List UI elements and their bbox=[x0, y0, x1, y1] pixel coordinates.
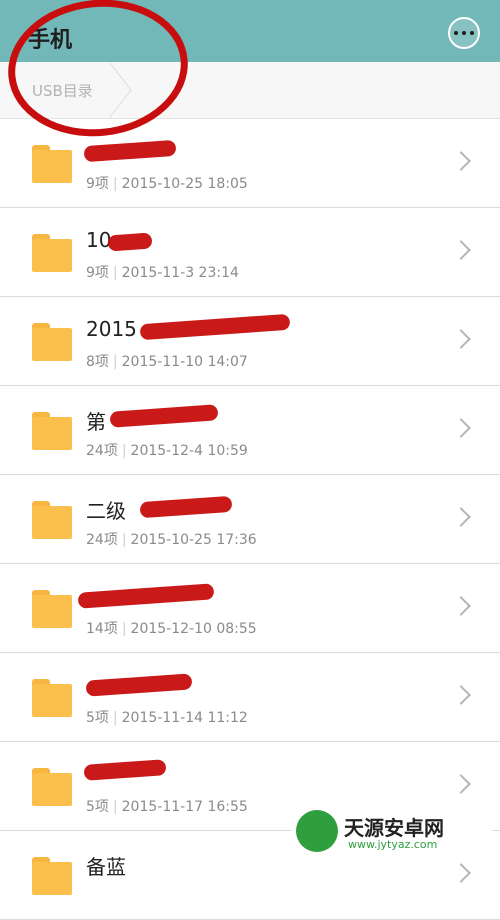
folder-list: 9项 | 2015-10-25 18:05 10 9项 | 2015-11-3 23:1… bbox=[0, 119, 500, 920]
breadcrumb: USB目录 bbox=[0, 62, 500, 119]
folder-row[interactable]: 2015 8项 | 2015-11-10 14:07 bbox=[0, 297, 500, 386]
folder-icon bbox=[32, 323, 72, 361]
redaction-scribble bbox=[83, 139, 177, 163]
folder-meta: 14项 | 2015-12-10 08:55 bbox=[86, 618, 257, 638]
meta-separator: | bbox=[112, 176, 118, 192]
folder-count: 9项 bbox=[86, 176, 109, 192]
folder-meta: 5项 | 2015-11-17 16:55 bbox=[86, 796, 248, 816]
folder-row[interactable]: 二级 24项 | 2015-10-25 17:36 bbox=[0, 475, 500, 564]
meta-separator: | bbox=[121, 621, 127, 637]
redaction-scribble bbox=[83, 759, 167, 781]
folder-row[interactable]: 9项 | 2015-10-25 18:05 bbox=[0, 119, 500, 208]
chevron-right-icon bbox=[451, 329, 471, 349]
watermark-logo-icon bbox=[296, 810, 338, 852]
folder-count: 5项 bbox=[86, 710, 109, 726]
folder-date: 2015-11-17 16:55 bbox=[121, 799, 248, 815]
folder-meta: 24项 | 2015-12-4 10:59 bbox=[86, 440, 248, 460]
redaction-scribble bbox=[107, 232, 153, 252]
chevron-right-icon bbox=[451, 596, 471, 616]
watermark-text: 天源安卓网 bbox=[344, 816, 444, 840]
chevron-right-icon bbox=[451, 240, 471, 260]
app-header: 手机 bbox=[0, 0, 500, 62]
folder-date: 2015-12-10 08:55 bbox=[130, 621, 257, 637]
watermark-url: www.jytyaz.com bbox=[348, 838, 438, 851]
folder-row[interactable]: 10 9项 | 2015-11-3 23:14 bbox=[0, 208, 500, 297]
folder-icon bbox=[32, 412, 72, 450]
folder-name: 2015 bbox=[86, 317, 137, 341]
folder-icon bbox=[32, 145, 72, 183]
chevron-right-icon bbox=[451, 863, 471, 883]
folder-date: 2015-11-3 23:14 bbox=[121, 265, 239, 281]
folder-row[interactable]: 5项 | 2015-11-14 11:12 bbox=[0, 653, 500, 742]
folder-date: 2015-10-25 17:36 bbox=[130, 532, 257, 548]
folder-name: 二级 bbox=[86, 499, 126, 523]
folder-meta: 8项 | 2015-11-10 14:07 bbox=[86, 351, 248, 371]
folder-date: 2015-10-25 18:05 bbox=[121, 176, 248, 192]
meta-separator: | bbox=[121, 443, 127, 459]
folder-icon bbox=[32, 857, 72, 895]
meta-separator: | bbox=[112, 354, 118, 370]
meta-separator: | bbox=[112, 265, 118, 281]
folder-icon bbox=[32, 679, 72, 717]
folder-icon bbox=[32, 590, 72, 628]
redaction-scribble bbox=[85, 673, 193, 697]
chevron-right-icon bbox=[451, 507, 471, 527]
folder-icon bbox=[32, 768, 72, 806]
folder-count: 14项 bbox=[86, 621, 118, 637]
breadcrumb-separator-inner bbox=[109, 63, 130, 117]
chevron-right-icon bbox=[451, 685, 471, 705]
redaction-scribble bbox=[109, 404, 219, 428]
watermark: 天源安卓网 www.jytyaz.com bbox=[292, 806, 492, 856]
folder-count: 8项 bbox=[86, 354, 109, 370]
redaction-scribble bbox=[77, 583, 215, 609]
meta-separator: | bbox=[121, 532, 127, 548]
more-dot bbox=[462, 31, 466, 35]
more-dot bbox=[470, 31, 474, 35]
folder-name: 第 bbox=[86, 410, 106, 434]
meta-separator: | bbox=[112, 710, 118, 726]
folder-date: 2015-11-14 11:12 bbox=[121, 710, 248, 726]
folder-count: 24项 bbox=[86, 443, 118, 459]
folder-count: 24项 bbox=[86, 532, 118, 548]
more-dot bbox=[454, 31, 458, 35]
chevron-right-icon bbox=[451, 151, 471, 171]
folder-meta: 9项 | 2015-10-25 18:05 bbox=[86, 173, 248, 193]
page-title: 手机 bbox=[28, 28, 73, 53]
folder-name: 备蓝 bbox=[86, 855, 126, 879]
folder-meta: 5项 | 2015-11-14 11:12 bbox=[86, 707, 248, 727]
chevron-right-icon bbox=[451, 418, 471, 438]
folder-icon bbox=[32, 501, 72, 539]
folder-count: 9项 bbox=[86, 265, 109, 281]
folder-row[interactable]: 第 24项 | 2015-12-4 10:59 bbox=[0, 386, 500, 475]
folder-meta: 9项 | 2015-11-3 23:14 bbox=[86, 262, 239, 282]
folder-meta bbox=[86, 885, 94, 901]
folder-count: 5项 bbox=[86, 799, 109, 815]
breadcrumb-item-usb[interactable]: USB目录 bbox=[32, 80, 93, 101]
folder-icon bbox=[32, 234, 72, 272]
more-icon[interactable] bbox=[448, 17, 480, 49]
folder-date: 2015-11-10 14:07 bbox=[121, 354, 248, 370]
folder-meta: 24项 | 2015-10-25 17:36 bbox=[86, 529, 257, 549]
folder-date: 2015-12-4 10:59 bbox=[130, 443, 248, 459]
meta-separator: | bbox=[112, 799, 118, 815]
redaction-scribble bbox=[139, 495, 233, 519]
folder-row[interactable]: 14项 | 2015-12-10 08:55 bbox=[0, 564, 500, 653]
chevron-right-icon bbox=[451, 774, 471, 794]
redaction-scribble bbox=[139, 313, 291, 341]
